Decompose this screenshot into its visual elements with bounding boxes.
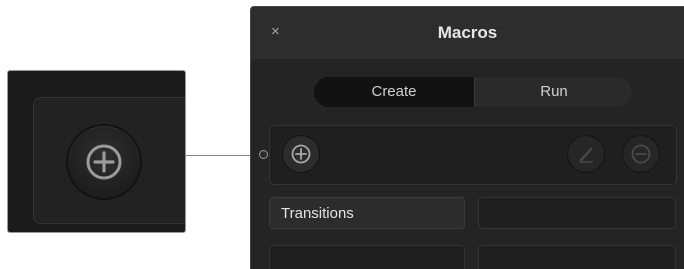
macro-slot[interactable] — [478, 197, 676, 229]
zoomed-add-macro-button — [68, 126, 140, 198]
remove-macro-button[interactable] — [623, 136, 659, 172]
mode-segmented-control: Create Run — [314, 77, 632, 107]
macro-slot[interactable] — [269, 245, 465, 269]
plus-circle-icon — [86, 144, 122, 180]
plus-circle-icon — [291, 144, 311, 164]
title-bar: × Macros — [251, 7, 684, 59]
macro-slot[interactable]: Transitions — [269, 197, 465, 229]
tab-create[interactable]: Create — [314, 77, 474, 107]
zoom-callout — [7, 70, 186, 233]
add-macro-button[interactable] — [283, 136, 319, 172]
macros-panel: × Macros Create Run Transitions — [250, 6, 684, 269]
callout-connector-dot — [259, 150, 268, 159]
macro-slot[interactable] — [478, 245, 676, 269]
pencil-icon — [579, 147, 593, 163]
macro-slot-label: Transitions — [281, 205, 354, 222]
tab-run[interactable]: Run — [474, 77, 632, 107]
macro-toolbar — [269, 125, 677, 185]
minus-circle-icon — [631, 144, 651, 164]
panel-title: Macros — [437, 23, 498, 42]
edit-macro-button[interactable] — [568, 136, 604, 172]
